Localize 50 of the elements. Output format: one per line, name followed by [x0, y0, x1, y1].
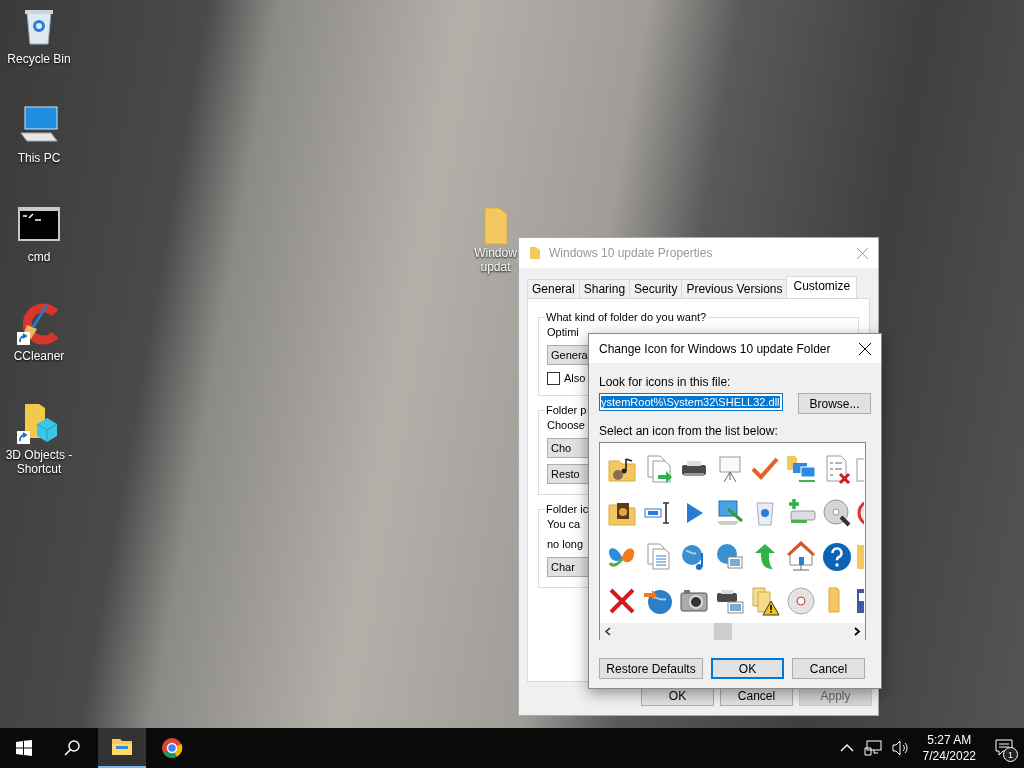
network-icon[interactable] [863, 740, 882, 756]
network-computers-icon[interactable] [785, 453, 818, 485]
group-label: What kind of folder do you want? [545, 311, 708, 323]
scrollbar-thumb[interactable] [714, 623, 732, 640]
list-label: Select an icon from the list below: [599, 424, 779, 438]
windows-logo-icon[interactable] [16, 740, 32, 756]
close-icon[interactable] [859, 342, 871, 355]
clock-date[interactable]: 7/24/2022 [922, 748, 976, 764]
group-label: Folder p [545, 404, 588, 416]
description-text: Optimi [547, 325, 579, 339]
horizontal-scrollbar[interactable] [600, 623, 865, 640]
file-path-field[interactable]: ystemRoot%\System32\SHELL32.dll [599, 393, 783, 411]
desktop-icon-label: CCleaner [13, 349, 65, 363]
description-text: You ca [547, 517, 581, 531]
scroll-right-icon[interactable] [853, 627, 861, 636]
window-title: Windows 10 update Properties [549, 246, 714, 260]
chevron-up-icon[interactable] [839, 743, 854, 753]
dialog-button[interactable]: Cancel [792, 658, 865, 679]
tab[interactable]: Security [629, 279, 683, 298]
description-text: no long [547, 537, 584, 551]
taskbar-app[interactable] [98, 728, 146, 768]
desktop-icon-label: This PC [17, 151, 61, 165]
group-label: Folder ic [545, 503, 590, 515]
tab[interactable]: Customize [786, 276, 858, 298]
scroll-left-icon[interactable] [604, 627, 612, 636]
desktop-icon-label: Recycle Bin [7, 52, 71, 66]
checkbox-label: Also [564, 371, 586, 385]
field-label: Look for icons in this file: [599, 375, 732, 389]
browse-button[interactable]: Browse... [798, 393, 871, 414]
search-icon[interactable] [64, 740, 80, 756]
dialog-button[interactable]: OK [711, 658, 784, 679]
volume-icon[interactable] [891, 740, 910, 756]
dialog-button[interactable]: Restore Defaults [599, 658, 703, 679]
dialog-title: Change Icon for Windows 10 update Folder [599, 341, 831, 356]
folder-label: Window updat [474, 246, 517, 274]
chrome-icon [160, 736, 184, 760]
house-network-icon[interactable] [785, 541, 818, 573]
tab[interactable]: General [527, 279, 580, 298]
folder-icon [529, 246, 541, 260]
clock-time[interactable]: 5:27 AM [927, 732, 972, 748]
notification-icon[interactable] [995, 739, 1013, 757]
help-icon[interactable] [821, 541, 854, 573]
description-text: Choose [547, 418, 585, 432]
checkbox[interactable] [547, 371, 560, 385]
tab[interactable]: Sharing [578, 279, 631, 298]
notification-badge: 1 [1003, 747, 1018, 762]
files-warning-icon[interactable] [749, 585, 782, 617]
desktop-icon-label: 3D Objects - Shortcut [4, 448, 74, 476]
desktop-icon-label: cmd [27, 250, 51, 264]
icon-list[interactable] [599, 442, 866, 640]
